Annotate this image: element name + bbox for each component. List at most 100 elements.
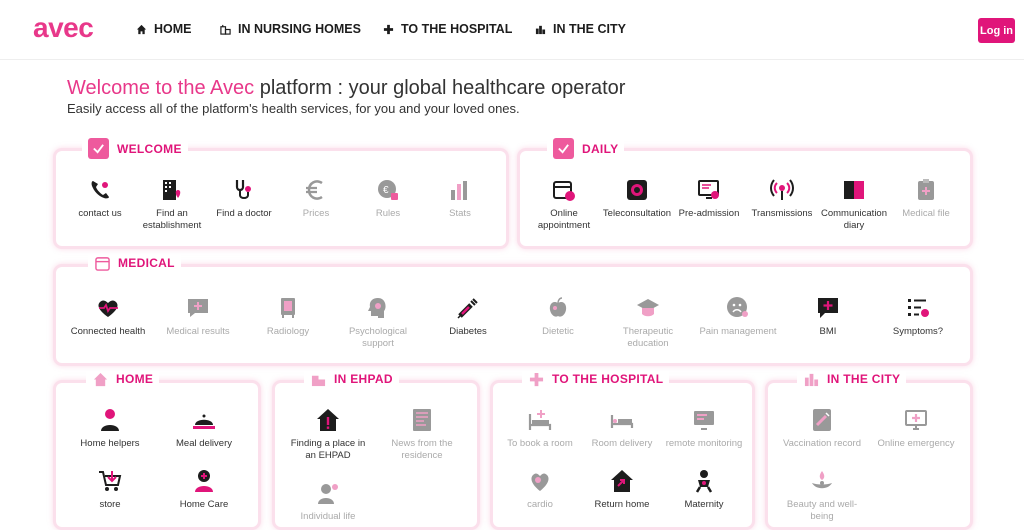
- item-label: Beauty and well-being: [786, 499, 858, 522]
- monitor-form-icon: [696, 177, 722, 203]
- building-pin-icon: [159, 177, 185, 203]
- online-emergency-link[interactable]: Online emergency: [875, 407, 957, 450]
- vaccine-card-icon: [809, 407, 835, 433]
- symptoms-link[interactable]: Symptoms?: [877, 295, 959, 338]
- medical-results-link[interactable]: Medical results: [157, 295, 239, 338]
- welcome-header: WELCOME: [82, 138, 188, 159]
- maternity-link[interactable]: Maternity: [663, 468, 745, 511]
- nav-nursing-homes[interactable]: IN NURSING HOMES: [220, 22, 361, 36]
- section-title: DAILY: [582, 141, 619, 156]
- nav-label: HOME: [154, 22, 192, 36]
- building-icon: [310, 371, 326, 387]
- top-bar: avec HOME IN NURSING HOMES TO THE HOSPIT…: [0, 0, 1024, 60]
- broadcast-icon: [769, 177, 795, 203]
- home-helpers-link[interactable]: Home helpers: [69, 407, 151, 450]
- plus-icon: [528, 371, 544, 387]
- spa-icon: [809, 468, 835, 494]
- calendar-check-icon: [551, 177, 577, 203]
- individual-life-link[interactable]: Individual life: [287, 480, 369, 523]
- item-label: Medical file: [902, 208, 950, 219]
- radiology-link[interactable]: Radiology: [247, 295, 329, 338]
- find-establishment-link[interactable]: Find an establishment: [131, 177, 213, 232]
- title-rest: platform : your global healthcare operat…: [254, 77, 626, 99]
- beauty-wellbeing-link[interactable]: Beauty and well-being: [781, 468, 863, 523]
- item-label: Vaccination record: [783, 438, 861, 449]
- dietetic-link[interactable]: Dietetic: [517, 295, 599, 338]
- cardio-link[interactable]: cardio: [499, 468, 581, 511]
- item-label: Symptoms?: [892, 326, 944, 337]
- item-label: Psychological support: [348, 326, 408, 349]
- sad-face-icon: [725, 295, 751, 321]
- item-label: Transmissions: [751, 208, 813, 219]
- building-icon: [220, 24, 231, 35]
- title-highlight: Welcome to the Avec: [67, 77, 255, 99]
- nav-hospital[interactable]: TO THE HOSPITAL: [383, 22, 512, 36]
- item-label: Stats: [449, 208, 471, 219]
- house-return-icon: [609, 468, 635, 494]
- section-title: WELCOME: [117, 141, 182, 156]
- item-label: contact us: [78, 208, 122, 219]
- newspaper-icon: [409, 407, 435, 433]
- transmissions-link[interactable]: Transmissions: [741, 177, 823, 220]
- bmi-link[interactable]: BMI: [787, 295, 869, 338]
- item-label: Diabetes: [449, 326, 487, 337]
- book-room-link[interactable]: To book a room: [499, 407, 581, 450]
- connected-health-link[interactable]: Connected health: [67, 295, 149, 338]
- item-label: BMI: [819, 326, 837, 337]
- contact-us-link[interactable]: contact us: [59, 177, 141, 220]
- nav-home[interactable]: HOME: [136, 22, 192, 36]
- nurse-icon: [191, 468, 217, 494]
- syringe-icon: [455, 295, 481, 321]
- teleconsultation-link[interactable]: Teleconsultation: [596, 177, 678, 220]
- pain-management-link[interactable]: Pain management: [697, 295, 779, 338]
- nav-city[interactable]: IN THE CITY: [535, 22, 626, 36]
- store-link[interactable]: store: [69, 468, 151, 511]
- section-title: HOME: [116, 372, 154, 386]
- diabetes-link[interactable]: Diabetes: [427, 295, 509, 338]
- section-title: IN EHPAD: [334, 372, 393, 386]
- login-button[interactable]: Log in: [978, 18, 1015, 43]
- room-delivery-link[interactable]: Room delivery: [581, 407, 663, 450]
- communication-diary-link[interactable]: Communication diary: [813, 177, 895, 232]
- item-label: Return home: [594, 499, 650, 510]
- phone-icon: [87, 177, 113, 203]
- item-label: Prices: [302, 208, 330, 219]
- residence-news-link[interactable]: News from the residence: [381, 407, 463, 462]
- section-title: MEDICAL: [118, 256, 175, 270]
- home-care-link[interactable]: Home Care: [163, 468, 245, 511]
- vaccination-record-link[interactable]: Vaccination record: [781, 407, 863, 450]
- daily-header: DAILY: [547, 138, 625, 159]
- item-label: Home Care: [179, 499, 229, 510]
- item-label: Medical results: [166, 326, 230, 337]
- avec-logo[interactable]: avec: [33, 12, 94, 44]
- item-label: Find a doctor: [216, 208, 272, 219]
- item-label: To book a room: [507, 438, 573, 449]
- find-ehpad-link[interactable]: Finding a place in an EHPAD: [287, 407, 369, 462]
- online-appointment-link[interactable]: Online appointment: [523, 177, 605, 232]
- therapeutic-education-link[interactable]: Therapeutic education: [607, 295, 689, 350]
- psychological-support-link[interactable]: Psychological support: [337, 295, 419, 350]
- page-subtitle: Easily access all of the platform's heal…: [67, 101, 520, 116]
- section-title: IN THE CITY: [827, 372, 901, 386]
- item-label: Meal delivery: [176, 438, 232, 449]
- meal-delivery-link[interactable]: Meal delivery: [163, 407, 245, 450]
- city-icon: [535, 25, 546, 34]
- item-label: remote monitoring: [665, 438, 743, 449]
- rules-link[interactable]: € Rules: [347, 177, 429, 220]
- remote-monitoring-link[interactable]: remote monitoring: [663, 407, 745, 450]
- prices-link[interactable]: Prices: [275, 177, 357, 220]
- home-header: HOME: [86, 371, 160, 387]
- pre-admission-link[interactable]: Pre-admission: [668, 177, 750, 220]
- stats-link[interactable]: Stats: [419, 177, 501, 220]
- heart-organ-icon: [527, 468, 553, 494]
- chat-plus-icon: [815, 295, 841, 321]
- return-home-link[interactable]: Return home: [581, 468, 663, 511]
- find-doctor-link[interactable]: Find a doctor: [203, 177, 285, 220]
- check-badge-icon: [553, 138, 574, 159]
- cart-icon: [97, 468, 123, 494]
- monitor-list-icon: [691, 407, 717, 433]
- svg-text:€: €: [383, 185, 389, 196]
- monitor-plus-icon: [903, 407, 929, 433]
- medical-file-link[interactable]: Medical file: [885, 177, 967, 220]
- item-label: Pain management: [699, 326, 777, 337]
